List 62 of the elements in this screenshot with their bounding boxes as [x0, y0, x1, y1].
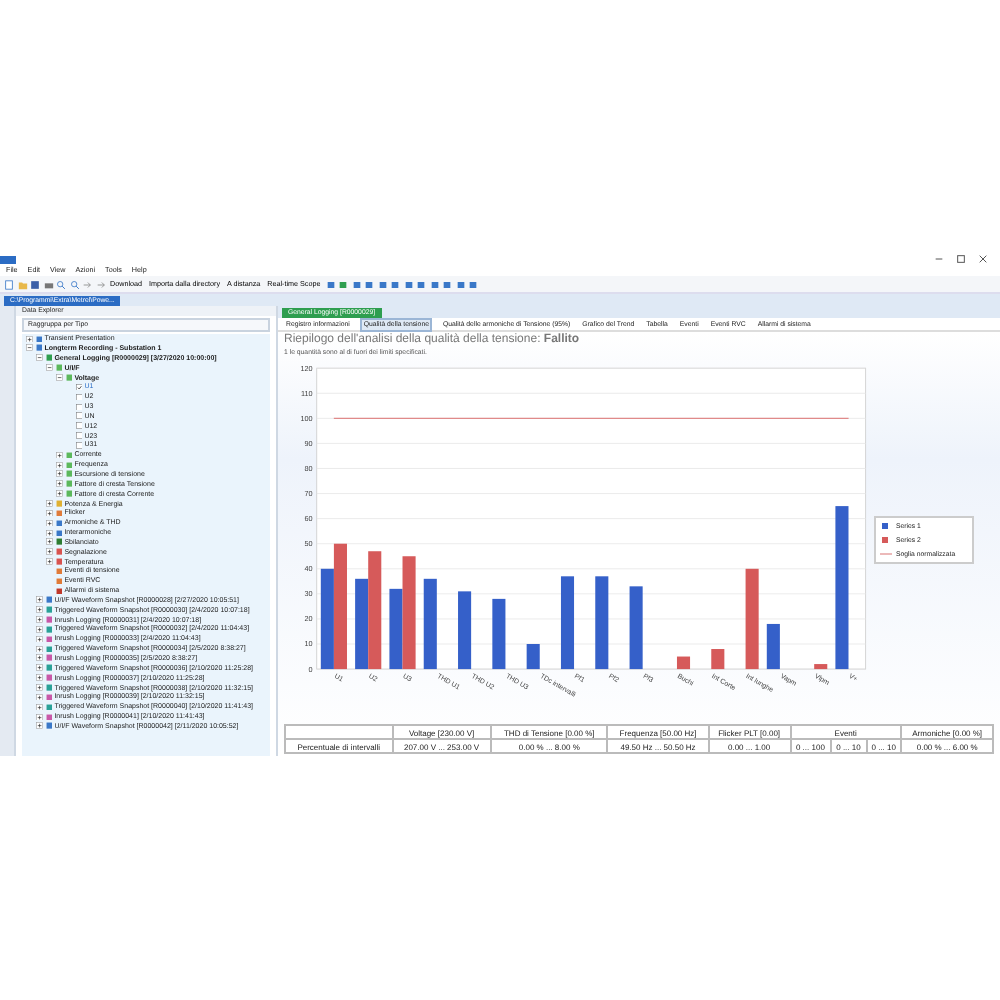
expand-icon[interactable]: [36, 606, 44, 614]
square-icon[interactable]: [468, 279, 479, 289]
expand-icon[interactable]: [46, 499, 54, 508]
expand-icon[interactable]: [36, 664, 44, 672]
zoom-icon[interactable]: [56, 279, 66, 289]
square-icon[interactable]: [325, 279, 336, 289]
expand-icon[interactable]: [46, 548, 54, 556]
expand-icon[interactable]: [26, 335, 34, 343]
minimize-icon[interactable]: [934, 254, 944, 264]
bar: [595, 575, 609, 669]
expand-icon[interactable]: [46, 558, 54, 566]
expand-icon[interactable]: [36, 625, 44, 634]
square-icon[interactable]: [377, 279, 388, 289]
square-icon[interactable]: [416, 279, 427, 289]
collapse-icon[interactable]: [46, 364, 54, 372]
bar: [492, 597, 506, 669]
square-icon[interactable]: [338, 279, 349, 289]
app-icon: [0, 255, 16, 263]
expand-icon[interactable]: [46, 509, 54, 517]
zoom-icon[interactable]: [69, 279, 79, 289]
maximize-icon[interactable]: [956, 254, 966, 264]
collapse-icon[interactable]: [26, 344, 34, 353]
expand-icon[interactable]: [36, 684, 44, 692]
expand-icon[interactable]: [46, 529, 54, 537]
square-icon[interactable]: [455, 279, 466, 289]
checkbox[interactable]: [75, 403, 83, 411]
square-icon[interactable]: [351, 279, 362, 289]
expand-icon[interactable]: [36, 635, 44, 643]
expand-icon[interactable]: [36, 654, 44, 663]
bar: [814, 663, 828, 669]
expand-icon[interactable]: [56, 451, 64, 459]
expand-icon[interactable]: [46, 538, 54, 546]
checkbox[interactable]: [75, 383, 83, 391]
checkbox[interactable]: [75, 422, 83, 430]
expand-icon[interactable]: [36, 616, 44, 624]
expand-icon[interactable]: [36, 693, 44, 701]
square-icon[interactable]: [429, 279, 440, 289]
checkbox[interactable]: [75, 441, 83, 449]
expand-icon[interactable]: [56, 480, 64, 488]
table-cell: [285, 725, 393, 739]
expand-icon[interactable]: [36, 596, 44, 604]
expand-icon[interactable]: [36, 722, 44, 730]
expand-icon[interactable]: [56, 461, 64, 469]
expand-icon[interactable]: [56, 470, 64, 479]
expand-icon[interactable]: [46, 519, 54, 527]
collapse-icon[interactable]: [56, 374, 64, 382]
doc-icon[interactable]: [4, 279, 14, 289]
checkbox[interactable]: [75, 393, 83, 401]
expand-icon[interactable]: [36, 703, 44, 711]
bar: [458, 590, 472, 669]
square-icon[interactable]: [390, 279, 401, 289]
expand-icon[interactable]: [36, 713, 44, 721]
expand-icon[interactable]: [36, 645, 44, 653]
collapse-icon[interactable]: [36, 354, 44, 362]
expand-icon[interactable]: [36, 674, 44, 682]
checkbox[interactable]: [75, 432, 83, 440]
square-icon[interactable]: [364, 279, 375, 289]
expand-icon[interactable]: [56, 490, 64, 498]
checkbox[interactable]: [75, 412, 83, 420]
square-icon[interactable]: [403, 279, 414, 289]
close-icon[interactable]: [978, 254, 988, 264]
square-icon[interactable]: [442, 279, 453, 289]
